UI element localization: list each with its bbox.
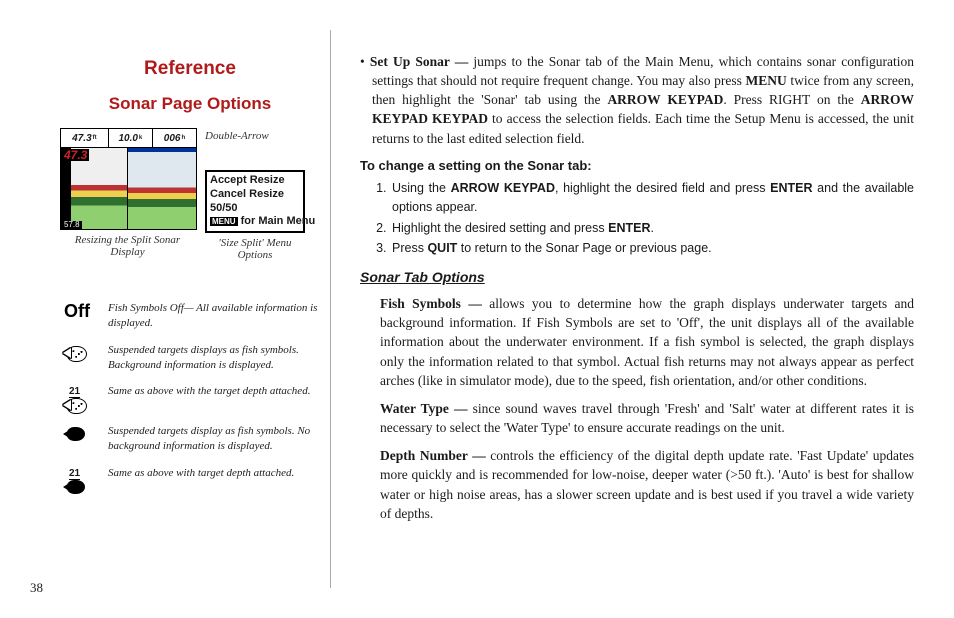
sonar-body: 47.3 57.8 [61, 148, 196, 230]
section-subheading: Sonar Page Options [60, 94, 320, 114]
symbol-row: Suspended targets displays as fish symbo… [60, 343, 320, 373]
menu-item: 50/50 [210, 202, 300, 216]
fish-dotted-icon [60, 343, 94, 363]
sonar-split-figure: 47.3ft 10.0k 006h 47.3 57.8 [60, 128, 197, 230]
double-arrow-label: Double-Arrow [205, 130, 269, 142]
menu-footer: MENU for Main Menu [210, 215, 300, 229]
sonar-left-pane: 47.3 57.8 [61, 148, 128, 230]
fish-solid-depth-icon: 21 [60, 466, 94, 494]
symbol-text: Same as above with target depth attached… [108, 466, 294, 481]
step-item: Press QUIT to return to the Sonar Page o… [390, 239, 914, 258]
off-icon: Off [60, 301, 94, 321]
fish-symbols-paragraph: Fish Symbols — allows you to determine h… [360, 294, 914, 390]
right-column: • Set Up Sonar — jumps to the Sonar tab … [360, 52, 914, 532]
figure-row: 47.3ft 10.0k 006h 47.3 57.8 Resizing the… [60, 128, 320, 261]
readout-heading: 006h [153, 129, 196, 147]
depth-overlay: 47.3 [62, 149, 89, 161]
sonar-tab-options-heading: Sonar Tab Options [360, 268, 914, 288]
menu-item: Accept Resize [210, 174, 300, 188]
water-type-paragraph: Water Type — since sound waves travel th… [360, 399, 914, 437]
depth-number-paragraph: Depth Number — controls the efficiency o… [360, 446, 914, 523]
page-number: 38 [30, 580, 43, 596]
column-divider [330, 30, 331, 588]
sonar-top-readouts: 47.3ft 10.0k 006h [61, 129, 196, 148]
sonar-figure-wrap: 47.3ft 10.0k 006h 47.3 57.8 Resizing the… [60, 128, 197, 258]
symbol-row: Off Fish Symbols Off— All available info… [60, 301, 320, 331]
symbol-text: Same as above with the target depth atta… [108, 384, 310, 399]
figure-caption: 'Size Split' Menu Options [205, 237, 305, 261]
left-column: Reference Sonar Page Options 47.3ft 10.0… [60, 58, 320, 506]
fish-dotted-depth-icon: 21 [60, 384, 94, 412]
readout-depth: 47.3ft [61, 129, 109, 147]
symbol-row: 21 Same as above with the target depth a… [60, 384, 320, 412]
symbol-text: Suspended targets display as fish symbol… [108, 424, 320, 454]
step-item: Using the ARROW KEYPAD, highlight the de… [390, 179, 914, 217]
symbol-row: 21 Same as above with target depth attac… [60, 466, 320, 494]
steps-list: Using the ARROW KEYPAD, highlight the de… [360, 179, 914, 258]
step-item: Highlight the desired setting and press … [390, 219, 914, 238]
readout-speed: 10.0k [109, 129, 153, 147]
fish-solid-icon [60, 424, 94, 444]
symbol-row: Suspended targets display as fish symbol… [60, 424, 320, 454]
sonar-right-pane [128, 148, 196, 230]
section-heading: Reference [60, 58, 320, 80]
symbol-text: Fish Symbols Off— All available informat… [108, 301, 320, 331]
fish-symbol-table: Off Fish Symbols Off— All available info… [60, 301, 320, 494]
figure-caption: Resizing the Split Sonar Display [60, 234, 195, 258]
setup-sonar-bullet: • Set Up Sonar — jumps to the Sonar tab … [360, 52, 914, 148]
menu-item: Cancel Resize [210, 188, 300, 202]
steps-heading: To change a setting on the Sonar tab: [360, 157, 914, 175]
bottom-left-value: 57.8 [62, 221, 82, 229]
size-split-menu-figure: Accept Resize Cancel Resize 50/50 MENU f… [205, 170, 305, 233]
symbol-text: Suspended targets displays as fish symbo… [108, 343, 320, 373]
document-page: Reference Sonar Page Options 47.3ft 10.0… [0, 0, 954, 618]
right-figure-column: Double-Arrow Accept Resize Cancel Resize… [205, 128, 305, 261]
